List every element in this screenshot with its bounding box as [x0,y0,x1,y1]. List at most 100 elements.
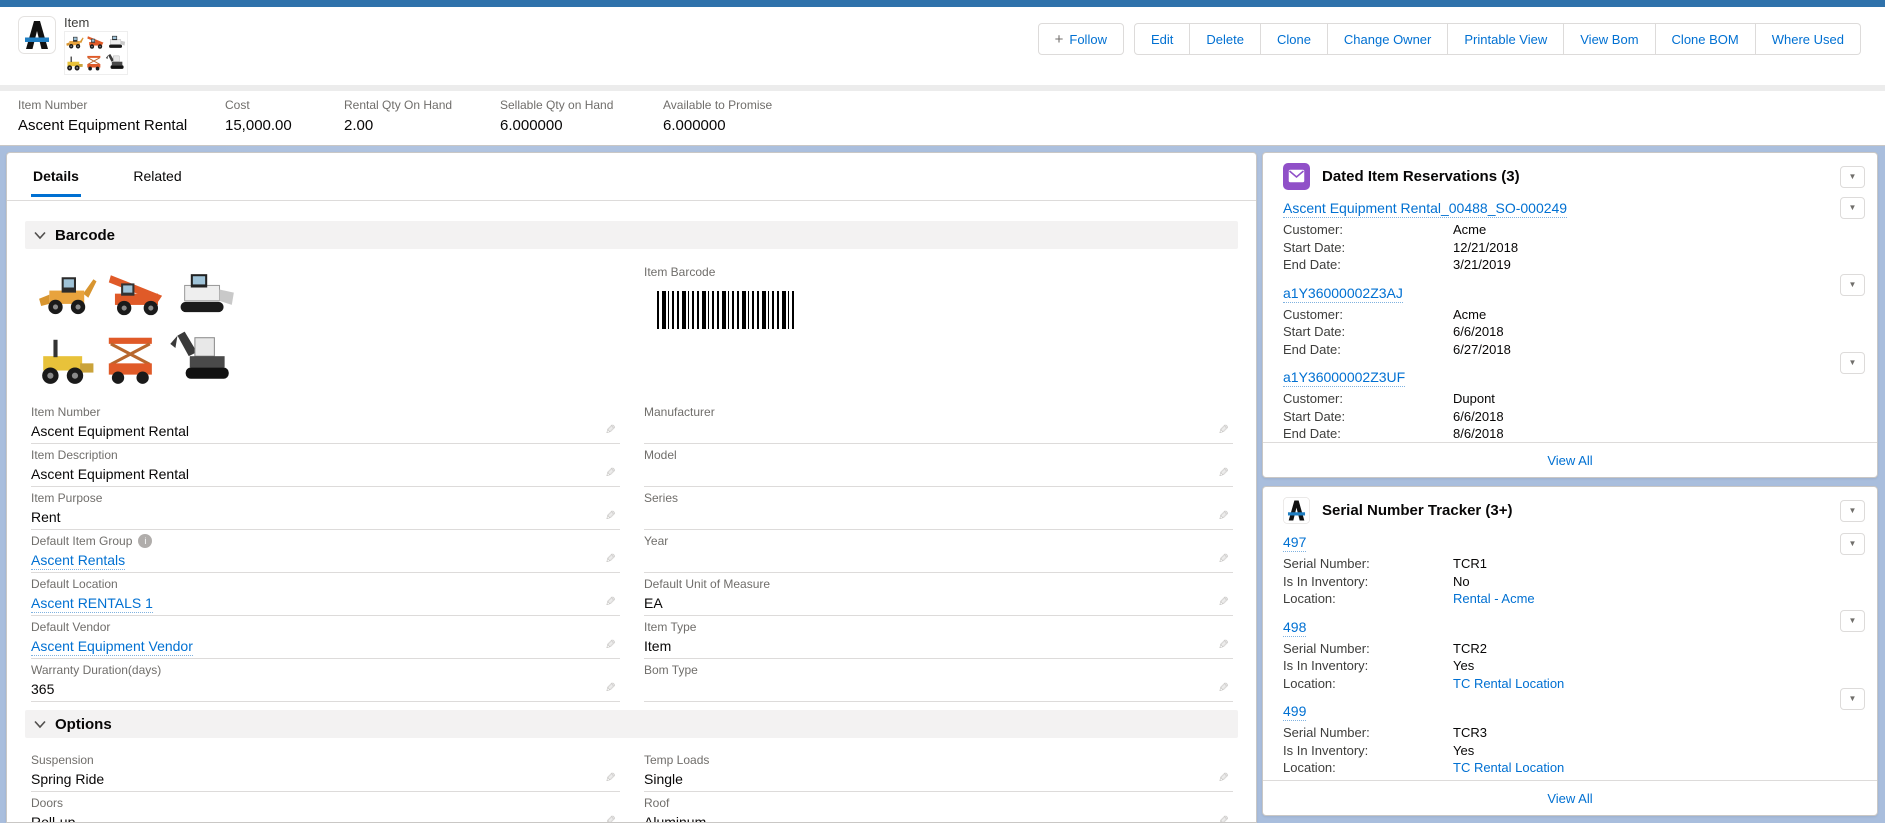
view-all-link[interactable]: View All [1547,791,1592,806]
field-item-number: Item Number Ascent Equipment Rental ✎ [31,401,620,444]
reservation-title-link[interactable]: a1Y36000002Z3AJ [1283,284,1403,303]
section-header-barcode[interactable]: Barcode [25,221,1238,249]
field-value: Aluminum [644,814,707,823]
summary-field-rental-qty: Rental Qty On Hand 2.00 [344,98,452,134]
field-value: Ascent Equipment Rental [31,423,189,439]
related-card-footer: View All [1263,442,1877,477]
location-link[interactable]: Rental - Acme [1453,590,1535,608]
kv-value: No [1453,573,1470,589]
clone-bom-button[interactable]: Clone BOM [1655,23,1756,55]
kv-value: 6/6/2018 [1453,324,1504,339]
card-actions-menu-button[interactable]: ▼ [1840,166,1865,188]
reservation-list-item: a1Y36000002Z3AJ Customer: Acme Start Date… [1283,284,1857,359]
edit-pencil-icon[interactable]: ✎ [605,594,616,610]
kv-value: 8/6/2018 [1453,426,1504,441]
edit-pencil-icon[interactable]: ✎ [1218,508,1229,524]
edit-pencil-icon[interactable]: ✎ [605,465,616,481]
edit-pencil-icon[interactable]: ✎ [605,680,616,696]
edit-pencil-icon[interactable]: ✎ [605,422,616,438]
row-actions-menu-button[interactable]: ▼ [1840,274,1865,296]
edit-pencil-icon[interactable]: ✎ [605,508,616,524]
row-actions-menu-button[interactable]: ▼ [1840,688,1865,710]
ascent-app-logo-icon [18,16,56,54]
edit-pencil-icon[interactable]: ✎ [1218,813,1229,822]
field-value-link[interactable]: Ascent Equipment Vendor [31,638,193,656]
summary-field-cost: Cost 15,000.00 [225,98,292,134]
plus-icon: + [1054,30,1064,48]
edit-pencil-icon[interactable]: ✎ [1218,770,1229,786]
summary-field-label: Sellable Qty on Hand [500,98,614,112]
info-icon[interactable]: i [138,534,153,548]
serial-title-link[interactable]: 497 [1283,534,1307,552]
edit-pencil-icon[interactable]: ✎ [1218,637,1229,653]
where-used-button[interactable]: Where Used [1755,23,1861,55]
view-bom-button[interactable]: View Bom [1564,23,1656,55]
top-accent-bar [0,0,1885,7]
summary-field-label: Available to Promise [663,98,773,112]
clone-button[interactable]: Clone [1260,23,1328,55]
field-label: Year [644,534,669,548]
summary-field-label: Item Number [18,98,88,112]
field-value-link[interactable]: Ascent RENTALS 1 [31,595,153,613]
change-owner-button[interactable]: Change Owner [1327,23,1449,55]
kv-label: Start Date: [1283,239,1346,255]
field-label: Default Vendor [31,620,111,634]
row-actions-menu-button[interactable]: ▼ [1840,197,1865,219]
edit-pencil-icon[interactable]: ✎ [1218,594,1229,610]
kv-label: Start Date: [1283,324,1346,339]
kv-label: Is In Inventory: [1283,658,1369,673]
field-warranty-duration: Warranty Duration(days) 365 ✎ [31,659,620,702]
kv-value: TCR3 [1453,725,1487,740]
related-card-header: Serial Number Tracker (3+) [1263,487,1877,533]
edit-pencil-icon[interactable]: ✎ [605,813,616,822]
reservation-title-link[interactable]: a1Y36000002Z3UF [1283,369,1406,387]
field-value [644,466,1233,482]
edit-pencil-icon[interactable]: ✎ [1218,680,1229,696]
serial-title-link[interactable]: 498 [1283,618,1307,637]
field-label: Bom Type [644,663,698,677]
field-value-link[interactable]: Ascent Rentals [31,552,126,570]
field-label: Default Location [31,577,118,591]
edit-pencil-icon[interactable]: ✎ [605,551,616,567]
delete-button[interactable]: Delete [1190,23,1261,55]
edit-pencil-icon[interactable]: ✎ [1218,465,1229,481]
tab-related[interactable]: Related [131,153,183,196]
row-actions-menu-button[interactable]: ▼ [1840,610,1865,632]
kv-label: Location: [1283,591,1336,606]
serial-list-item: 497 Serial Number: TCR1 Is In Inventory: N… [1283,534,1857,608]
edit-pencil-icon[interactable]: ✎ [1218,422,1229,438]
edit-pencil-icon[interactable]: ✎ [605,637,616,653]
view-all-link[interactable]: View All [1547,453,1592,468]
summary-field-label: Cost [225,98,250,112]
location-link[interactable]: TC Rental Location [1453,759,1564,777]
edit-pencil-icon[interactable]: ✎ [605,770,616,786]
row-actions-menu-button[interactable]: ▼ [1840,352,1865,374]
summary-field-value: 2.00 [344,117,374,134]
field-value [644,681,1233,697]
field-label: Item Purpose [31,491,103,505]
kv-label: Start Date: [1283,408,1346,424]
section-header-options[interactable]: Options [25,710,1238,738]
card-actions-menu-button[interactable]: ▼ [1840,500,1865,522]
edit-pencil-icon[interactable]: ✎ [1218,551,1229,567]
envelope-icon [1283,162,1310,190]
related-card-title: Serial Number Tracker (3+) [1322,501,1513,519]
edit-button[interactable]: Edit [1133,23,1191,55]
serial-title-link[interactable]: 499 [1283,703,1307,721]
reservation-list-item: Ascent Equipment Rental_00488_SO-000249 … [1283,200,1857,274]
record-detail-card: Details Related Barcode Item Barcode Ite… [6,152,1257,823]
field-label: Manufacturer [644,405,715,419]
row-actions-menu-button[interactable]: ▼ [1840,533,1865,555]
follow-button-label: Follow [1069,31,1107,47]
field-value [644,423,1233,439]
field-item-purpose: Item Purpose Rent ✎ [31,487,620,530]
tab-details[interactable]: Details [31,153,81,197]
follow-button[interactable]: + Follow [1037,23,1124,55]
kv-value: Dupont [1453,391,1495,406]
field-label: Temp Loads [644,753,710,767]
printable-view-button[interactable]: Printable View [1448,23,1565,55]
reservation-title-link[interactable]: Ascent Equipment Rental_00488_SO-000249 [1283,200,1568,218]
location-link[interactable]: TC Rental Location [1453,675,1564,693]
options-fields-right-column: Temp Loads Single ✎ Roof Aluminum ✎ [644,749,1233,823]
kv-label: Location: [1283,760,1336,775]
